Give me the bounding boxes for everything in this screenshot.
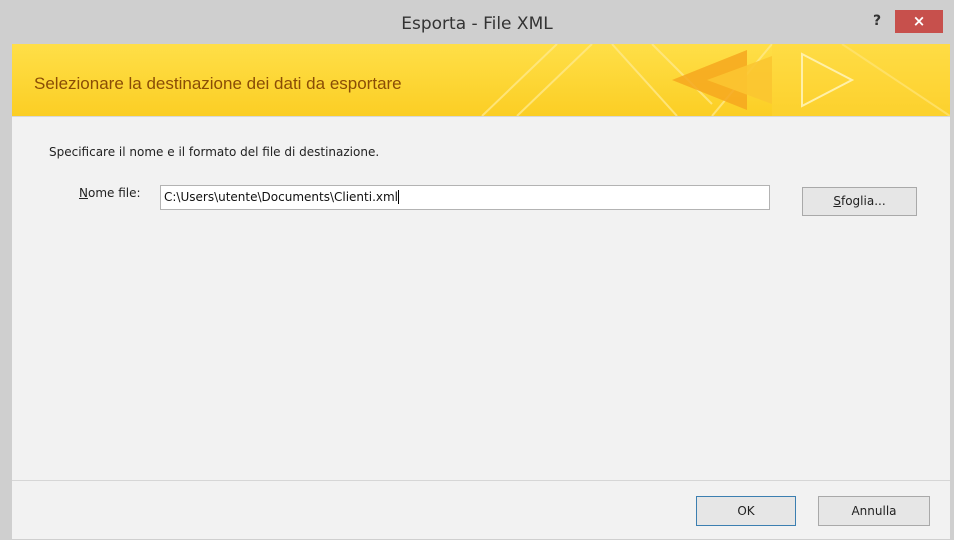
header-banner: Selezionare la destinazione dei dati da … [12, 44, 950, 117]
close-button[interactable]: × [895, 10, 943, 33]
cancel-button[interactable]: Annulla [818, 496, 930, 526]
file-path-value: C:\Users\utente\Documents\Clienti.xml [164, 190, 399, 204]
file-label-access-key: N [79, 186, 88, 200]
ok-button[interactable]: OK [696, 496, 796, 526]
title-bar[interactable]: Esporta - File XML ? × [0, 0, 954, 44]
export-xml-dialog: Esporta - File XML ? × Selezionare la de… [0, 0, 954, 540]
file-name-input[interactable]: C:\Users\utente\Documents\Clienti.xml [160, 185, 770, 210]
file-name-label: Nome file: [79, 186, 141, 200]
window-title: Esporta - File XML [401, 14, 553, 34]
browse-button[interactable]: Sfoglia... [802, 187, 917, 216]
close-icon: × [912, 12, 926, 30]
file-label-text: ome file: [87, 186, 141, 200]
banner-heading: Selezionare la destinazione dei dati da … [34, 74, 402, 93]
browse-access-key: S [833, 194, 841, 208]
text-cursor [398, 190, 400, 204]
help-button[interactable]: ? [863, 10, 891, 34]
instruction-text: Specificare il nome e il formato del fil… [49, 145, 380, 159]
footer-divider [12, 480, 950, 481]
dialog-content: Selezionare la destinazione dei dati da … [12, 44, 950, 539]
browse-label: foglia... [840, 194, 886, 208]
